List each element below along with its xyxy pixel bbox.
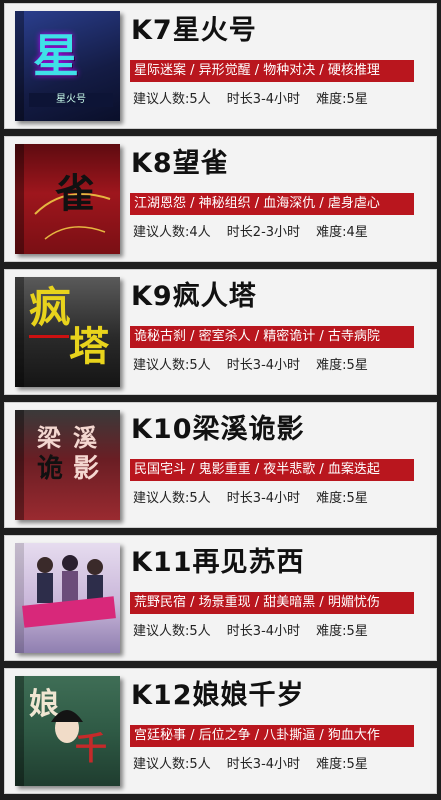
duration: 时长3-4小时 [226,624,301,639]
difficulty: 难度:4星 [316,225,368,240]
cover-image-k7: 星 星火号 [15,11,120,121]
script-info-k9: 建议人数:5人 时长3-4小时 难度:5星 [133,354,380,373]
difficulty: 难度:5星 [316,358,368,373]
duration: 时长3-4小时 [226,358,301,373]
genre-tags-k12: 宫廷秘事 / 后位之争 / 八卦撕逼 / 狗血大作 [130,725,414,747]
script-title-k9: K9疯人塔 [131,281,257,312]
player-count: 建议人数:5人 [133,757,211,772]
script-info-k11: 建议人数:5人 时长3-4小时 难度:5星 [133,620,380,639]
script-info-k8: 建议人数:4人 时长2-3小时 难度:4星 [133,221,380,240]
cover-portrait-k12 [51,710,83,743]
duration: 时长2-3小时 [226,225,301,240]
script-title-k11: K11再见苏西 [131,547,305,578]
cover-title-k7: 星火号 [29,93,113,107]
script-card-k10[interactable]: 梁 溪 诡 影 K10梁溪诡影 民国宅斗 / 鬼影重重 / 夜半悲歌 / 血案迭… [4,402,437,528]
script-info-k12: 建议人数:5人 时长3-4小时 难度:5星 [133,753,380,772]
genre-tags-k8: 江湖恩怨 / 神秘组织 / 血海深仇 / 虐身虐心 [130,193,414,215]
player-count: 建议人数:5人 [133,92,211,107]
difficulty: 难度:5星 [316,757,368,772]
player-count: 建议人数:5人 [133,624,211,639]
cover-image-k12: 娘 千 [15,676,120,786]
cover-image-k8: 雀 [15,144,120,254]
player-count: 建议人数:4人 [133,225,211,240]
script-card-k12[interactable]: 娘 千 K12娘娘千岁 宫廷秘事 / 后位之争 / 八卦撕逼 / 狗血大作 建议… [4,668,437,794]
script-card-k9[interactable]: 疯 塔 K9疯人塔 诡秘古刹 / 密室杀人 / 精密诡计 / 古寺病院 建议人数… [4,269,437,395]
script-info-k10: 建议人数:5人 时长3-4小时 难度:5星 [133,487,380,506]
script-card-k11[interactable]: K11再见苏西 荒野民宿 / 场景重现 / 甜美暗黑 / 明媚忧伤 建议人数:5… [4,535,437,661]
player-count: 建议人数:5人 [133,491,211,506]
script-card-k7[interactable]: 星 星火号 K7星火号 星际迷案 / 异形觉醒 / 物种对决 / 硬核推理 建议… [4,3,437,129]
duration: 时长3-4小时 [226,491,301,506]
cover-image-k11 [15,543,120,653]
script-title-k8: K8望雀 [131,148,229,179]
script-title-k7: K7星火号 [131,15,257,46]
script-title-k12: K12娘娘千岁 [131,680,305,711]
duration: 时长3-4小时 [226,757,301,772]
duration: 时长3-4小时 [226,92,301,107]
genre-tags-k9: 诡秘古刹 / 密室杀人 / 精密诡计 / 古寺病院 [130,326,414,348]
script-info-k7: 建议人数:5人 时长3-4小时 难度:5星 [133,88,380,107]
cover-image-k10: 梁 溪 诡 影 [15,410,120,520]
genre-tags-k11: 荒野民宿 / 场景重现 / 甜美暗黑 / 明媚忧伤 [130,592,414,614]
difficulty: 难度:5星 [316,491,368,506]
cover-image-k9: 疯 塔 [15,277,120,387]
player-count: 建议人数:5人 [133,358,211,373]
script-card-k8[interactable]: 雀 K8望雀 江湖恩怨 / 神秘组织 / 血海深仇 / 虐身虐心 建议人数:4人… [4,136,437,262]
genre-tags-k7: 星际迷案 / 异形觉醒 / 物种对决 / 硬核推理 [130,60,414,82]
genre-tags-k10: 民国宅斗 / 鬼影重重 / 夜半悲歌 / 血案迭起 [130,459,414,481]
difficulty: 难度:5星 [316,624,368,639]
difficulty: 难度:5星 [316,92,368,107]
script-title-k10: K10梁溪诡影 [131,414,305,445]
